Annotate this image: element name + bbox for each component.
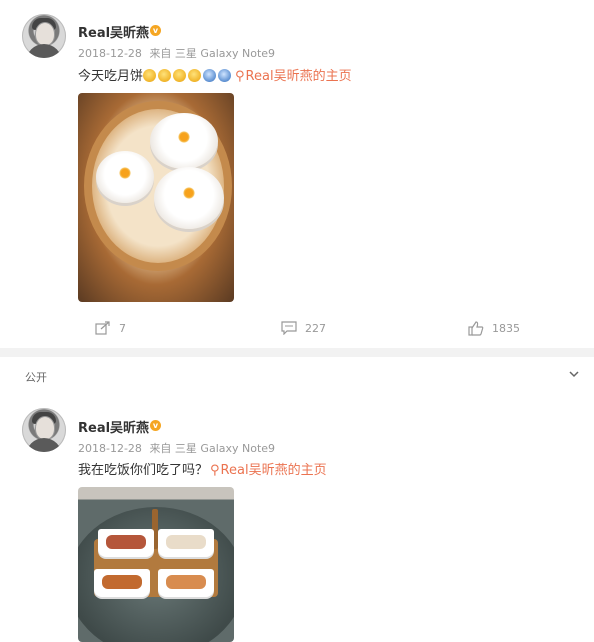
mooncake [96, 151, 154, 203]
emoji-icon [218, 69, 232, 82]
share-button[interactable]: 7 [95, 321, 126, 335]
dish [158, 529, 214, 557]
post-text: 今天吃月饼 ⚲Real吴昕燕的主页 [78, 65, 352, 84]
share-count: 7 [119, 321, 126, 335]
emoji-icon [203, 69, 217, 82]
thumbs-up-icon [468, 321, 484, 336]
dish [94, 569, 150, 597]
emoji-icon [143, 69, 157, 82]
post-meta: 2018-12-28 来自 三星 Galaxy Note9 [78, 440, 275, 456]
emoji-icon [173, 69, 187, 82]
post-photo[interactable] [78, 487, 234, 642]
visibility-label: 公开 [25, 371, 47, 384]
mooncake [154, 167, 224, 229]
comment-icon [281, 321, 297, 335]
avatar[interactable] [22, 14, 66, 58]
avatar[interactable] [22, 408, 66, 452]
weibo-post-card: Real吴昕燕 v 2018-12-28 来自 三星 Galaxy Note9 … [0, 0, 594, 348]
chevron-down-icon[interactable] [568, 368, 580, 380]
post-text: 我在吃饭你们吃了吗？ ⚲Real吴昕燕的主页 [78, 459, 327, 478]
post-meta: 2018-12-28 来自 三星 Galaxy Note9 [78, 45, 275, 61]
user-link-icon: ⚲ [210, 463, 220, 478]
timestamp[interactable]: 2018-12-28 [78, 47, 142, 60]
username[interactable]: Real吴昕燕 [78, 22, 149, 41]
mooncake [150, 113, 218, 169]
emoji-icon [158, 69, 172, 82]
comment-count: 227 [305, 321, 326, 335]
profile-link[interactable]: Real吴昕燕的主页 [221, 463, 327, 478]
dish [98, 529, 154, 557]
post-body: 今天吃月饼 [78, 69, 144, 84]
user-link-icon: ⚲ [235, 69, 245, 84]
verified-badge-icon: v [150, 420, 161, 431]
dish [158, 569, 214, 597]
post-photo[interactable] [78, 93, 234, 302]
verified-badge-icon: v [150, 25, 161, 36]
source-label: 来自 三星 Galaxy Note9 [149, 442, 276, 455]
comment-button[interactable]: 227 [281, 321, 326, 335]
post-body: 我在吃饭你们吃了吗？ [78, 463, 209, 478]
timestamp[interactable]: 2018-12-28 [78, 442, 142, 455]
like-count: 1835 [492, 322, 520, 335]
username[interactable]: Real吴昕燕 [78, 417, 149, 436]
like-button[interactable]: 1835 [468, 321, 520, 336]
emoji-icon [188, 69, 202, 82]
share-icon [95, 321, 110, 335]
profile-link[interactable]: Real吴昕燕的主页 [246, 69, 352, 84]
source-label: 来自 三星 Galaxy Note9 [149, 47, 276, 60]
